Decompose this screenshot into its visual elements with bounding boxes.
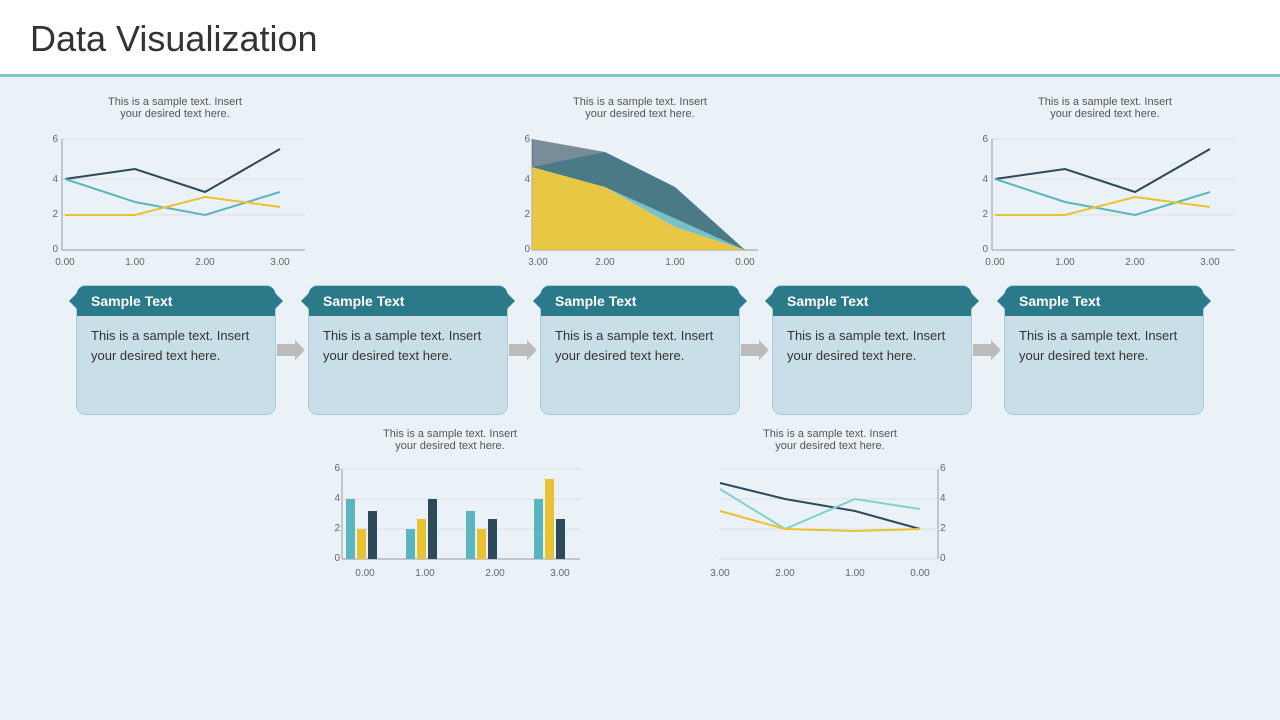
svg-text:2.00: 2.00 [595,257,615,268]
svg-text:2.00: 2.00 [195,257,215,268]
svg-text:your desired text here.: your desired text here. [585,108,694,120]
svg-text:4: 4 [524,174,530,185]
svg-text:This is a sample text. Insert: This is a sample text. Insert [383,428,517,440]
svg-text:2: 2 [940,523,946,534]
process-header-1: Sample Text [77,286,275,316]
process-card-2: Sample Text This is a sample text. Inser… [308,285,508,415]
svg-text:2.00: 2.00 [485,568,505,579]
svg-text:your desired text here.: your desired text here. [775,440,884,452]
chart-4-bar: This is a sample text. Insert your desir… [310,421,590,601]
svg-text:3.00: 3.00 [270,257,290,268]
svg-text:6: 6 [982,134,988,145]
chart-3-svg: This is a sample text. Insert your desir… [950,87,1260,272]
process-card-1: Sample Text This is a sample text. Inser… [76,285,276,415]
svg-text:6: 6 [52,134,58,145]
svg-text:your desired text here.: your desired text here. [1050,108,1159,120]
process-row: Sample Text This is a sample text. Inser… [20,285,1260,415]
arrow-3 [740,338,772,362]
process-card-3: Sample Text This is a sample text. Inser… [540,285,740,415]
svg-text:2: 2 [982,209,988,220]
svg-text:0: 0 [524,244,530,255]
svg-text:3.00: 3.00 [710,568,730,579]
page-title: Data Visualization [30,18,1250,60]
svg-text:3.00: 3.00 [550,568,570,579]
svg-text:3.00: 3.00 [528,257,548,268]
svg-text:6: 6 [940,463,946,474]
chart-2-svg: This is a sample text. Insert your desir… [510,87,770,272]
svg-text:This is a sample text. Insert: This is a sample text. Insert [573,96,707,108]
arrow-1 [276,338,308,362]
svg-text:0: 0 [982,244,988,255]
chart-3-line: This is a sample text. Insert your desir… [950,87,1260,277]
svg-text:0.00: 0.00 [355,568,375,579]
svg-text:This is a sample text. Insert: This is a sample text. Insert [763,428,897,440]
arrow-4 [972,338,1004,362]
svg-text:2.00: 2.00 [1125,257,1145,268]
process-body-2: This is a sample text. Insert your desir… [309,316,507,375]
svg-text:2: 2 [52,209,58,220]
process-header-4: Sample Text [773,286,971,316]
process-header-5: Sample Text [1005,286,1203,316]
svg-text:0: 0 [334,553,340,564]
chart-1-svg: This is a sample text. Insert your desir… [20,87,330,272]
process-header-2: Sample Text [309,286,507,316]
svg-text:1.00: 1.00 [415,568,435,579]
svg-text:4: 4 [940,493,946,504]
svg-text:your desired text here.: your desired text here. [120,108,229,120]
process-card-4: Sample Text This is a sample text. Inser… [772,285,972,415]
svg-text:0: 0 [52,244,58,255]
main-content: This is a sample text. Insert your desir… [0,77,1280,611]
svg-text:1.00: 1.00 [125,257,145,268]
process-body-4: This is a sample text. Insert your desir… [773,316,971,375]
svg-text:2: 2 [334,523,340,534]
svg-text:4: 4 [52,174,58,185]
chart-1-line: This is a sample text. Insert your desir… [20,87,330,277]
svg-text:0: 0 [940,553,946,564]
svg-text:1.00: 1.00 [1055,257,1075,268]
arrow-2 [508,338,540,362]
svg-text:1.00: 1.00 [665,257,685,268]
process-card-5: Sample Text This is a sample text. Inser… [1004,285,1204,415]
process-body-1: This is a sample text. Insert your desir… [77,316,275,375]
chart-4-svg: This is a sample text. Insert your desir… [310,421,590,596]
top-charts-row: This is a sample text. Insert your desir… [20,87,1260,277]
page-background: Data Visualization This is a sample text… [0,0,1280,720]
svg-text:4: 4 [982,174,988,185]
svg-text:2.00: 2.00 [775,568,795,579]
svg-text:0.00: 0.00 [735,257,755,268]
chart-2-area: This is a sample text. Insert your desir… [510,87,770,277]
svg-text:0.00: 0.00 [985,257,1005,268]
svg-text:6: 6 [524,134,530,145]
svg-text:This is a sample text. Insert: This is a sample text. Insert [1038,96,1172,108]
bottom-charts-row: This is a sample text. Insert your desir… [20,421,1260,601]
process-body-3: This is a sample text. Insert your desir… [541,316,739,375]
svg-text:4: 4 [334,493,340,504]
svg-text:This is a sample text. Insert: This is a sample text. Insert [108,96,242,108]
process-header-3: Sample Text [541,286,739,316]
svg-text:your desired text here.: your desired text here. [395,440,504,452]
svg-text:2: 2 [524,209,530,220]
chart-5-svg: This is a sample text. Insert your desir… [690,421,970,596]
svg-text:1.00: 1.00 [845,568,865,579]
svg-text:0.00: 0.00 [910,568,930,579]
svg-text:3.00: 3.00 [1200,257,1220,268]
page-header: Data Visualization [0,0,1280,77]
svg-text:0.00: 0.00 [55,257,75,268]
svg-text:6: 6 [334,463,340,474]
process-body-5: This is a sample text. Insert your desir… [1005,316,1203,375]
chart-5-line: This is a sample text. Insert your desir… [690,421,970,601]
